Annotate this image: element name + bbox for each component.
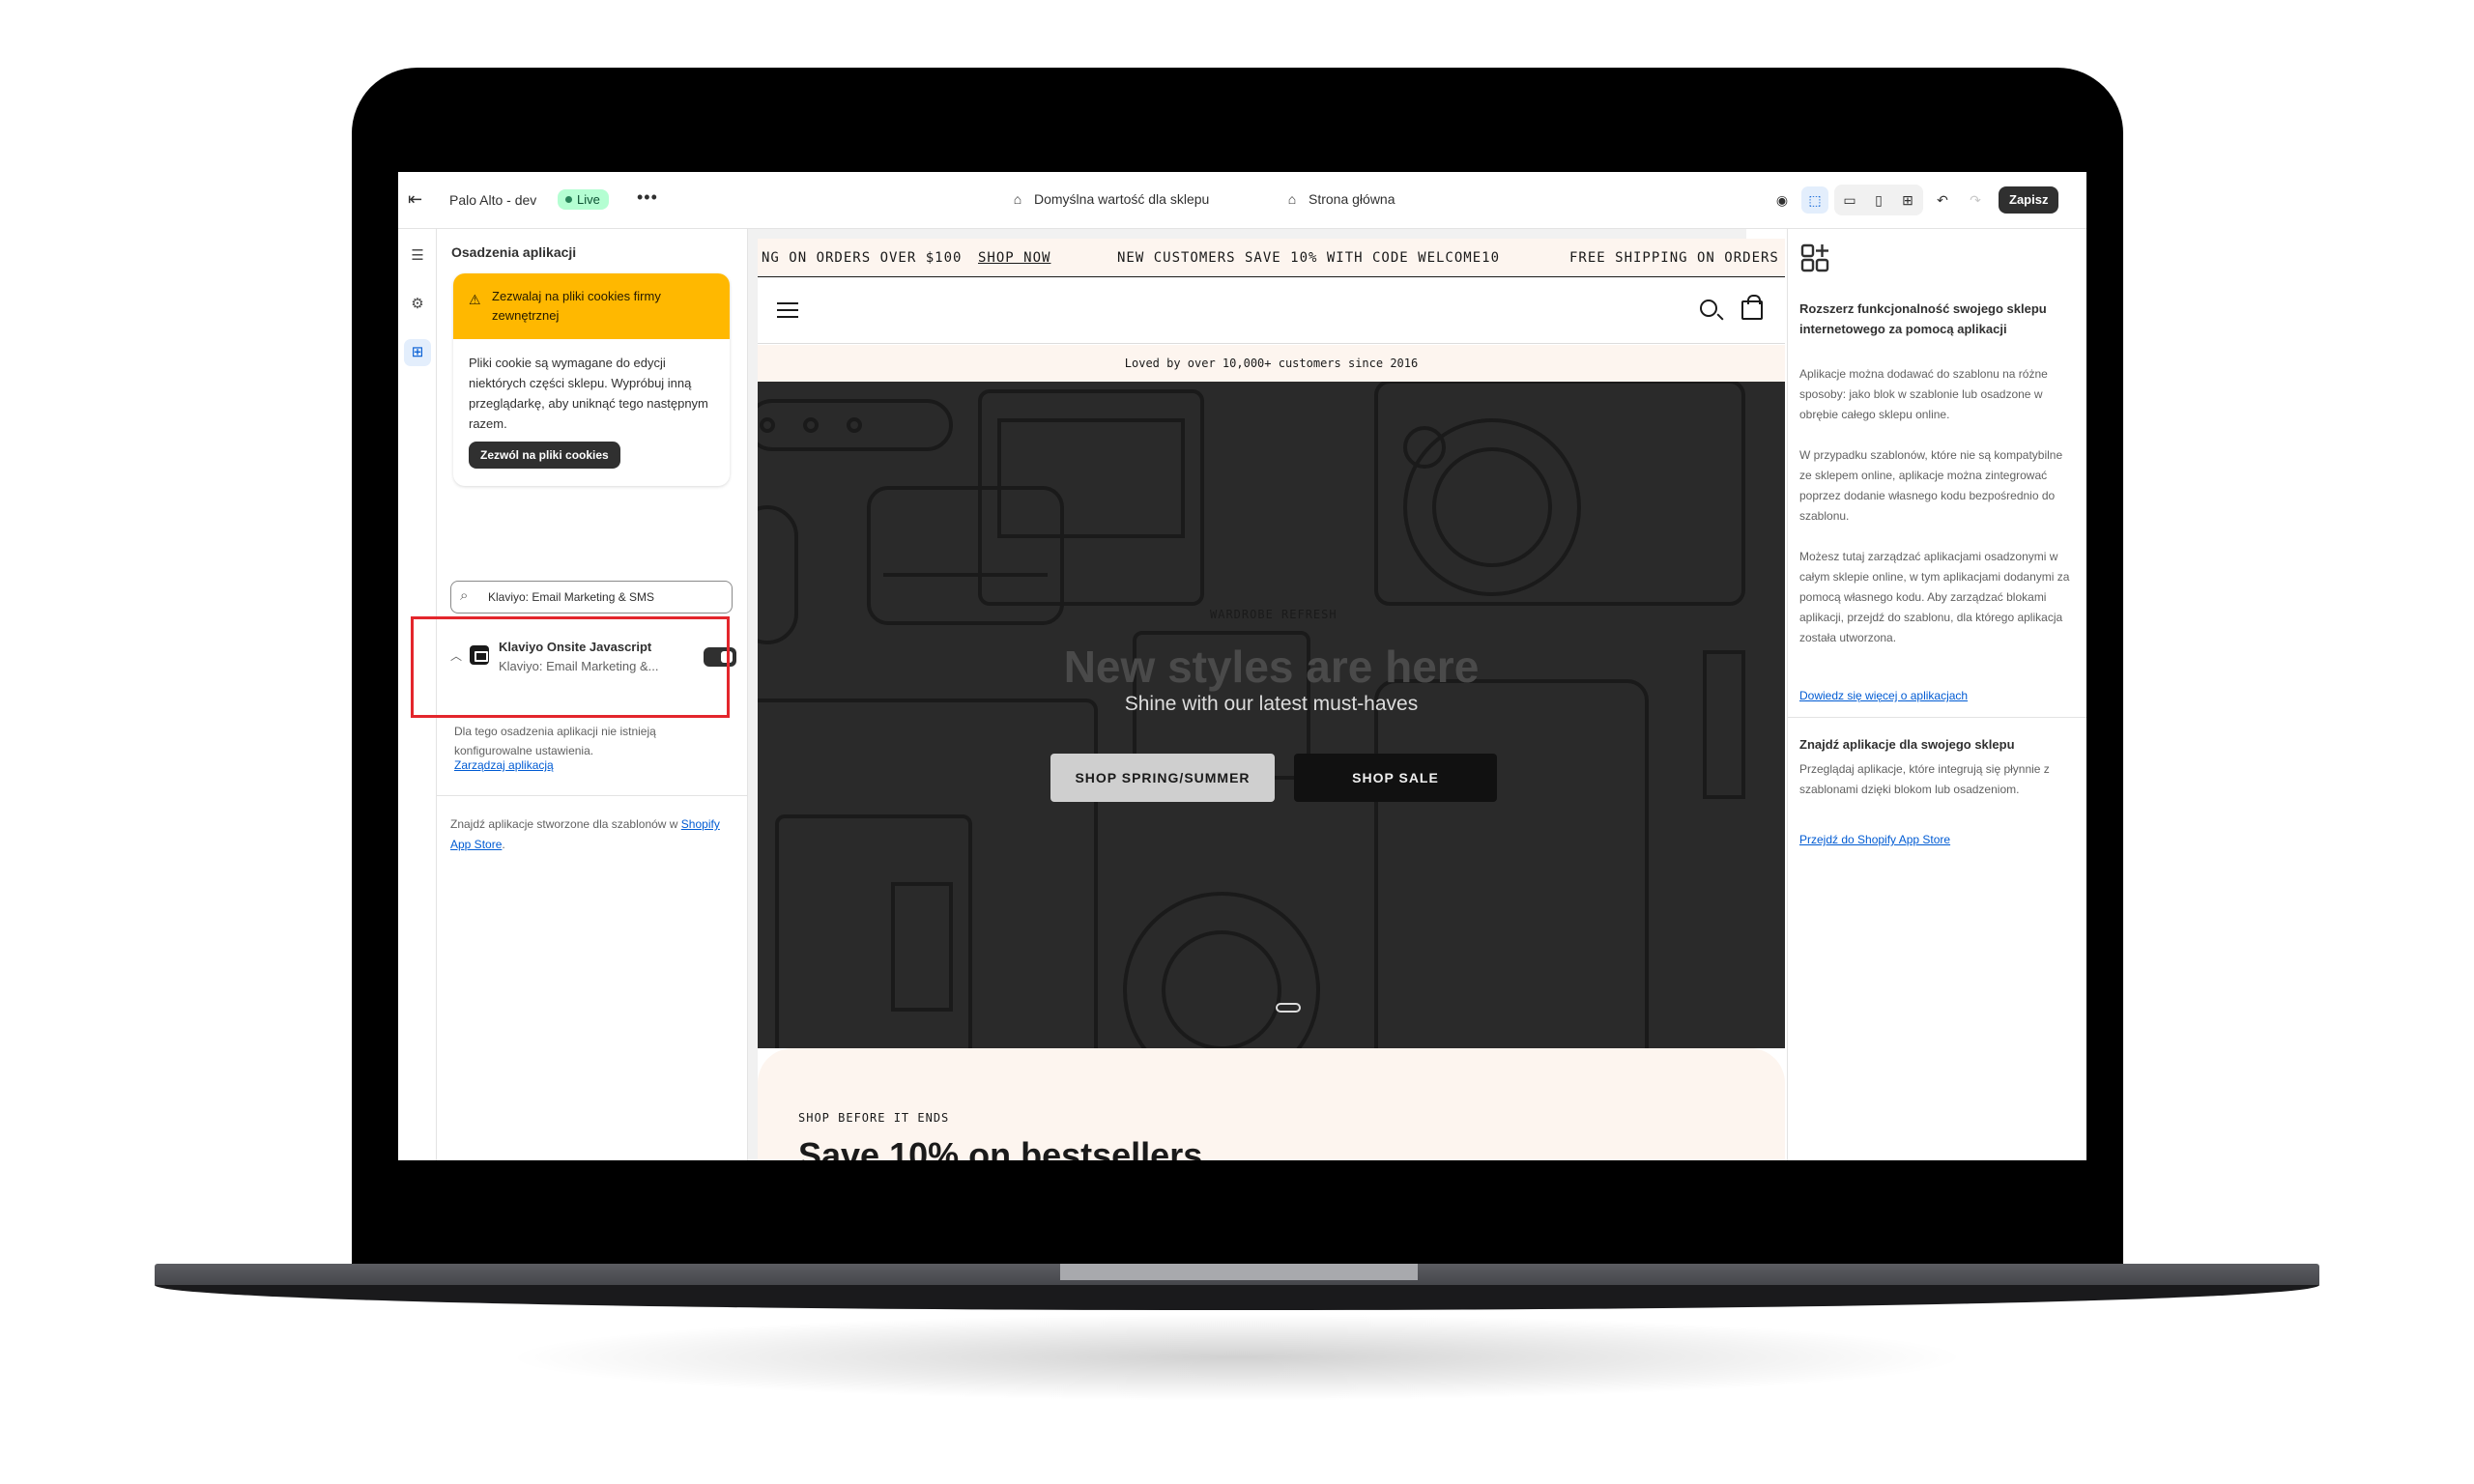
find-apps-text: Znajdź aplikacje stworzone dla szablonów… <box>450 817 678 831</box>
search-value: Klaviyo: Email Marketing & SMS <box>488 590 655 604</box>
hero-banner: WARDROBE REFRESH New styles are here Shi… <box>758 382 1785 1048</box>
shop-spring-summer-button[interactable]: SHOP SPRING/SUMMER <box>1050 754 1275 802</box>
apps-grid-icon <box>1800 243 1829 272</box>
inspector-icon[interactable]: ⬚ <box>1801 186 1828 214</box>
search-icon: ⌕ <box>460 587 469 604</box>
info-paragraph-2: W przypadku szablonów, które nie są komp… <box>1799 448 2063 523</box>
find-apps-heading: Znajdź aplikacje dla swojego sklepu <box>1799 737 2015 752</box>
cart-bag-icon[interactable] <box>1741 295 1763 320</box>
learn-more-apps-link[interactable]: Dowiedz się więcej o aplikacjach <box>1799 689 1968 702</box>
find-apps-note: Znajdź aplikacje stworzone dla szablonów… <box>450 814 731 855</box>
slide-indicator[interactable] <box>1276 1003 1301 1013</box>
settings-gear-icon[interactable]: ⚙ <box>404 291 431 318</box>
more-actions-button[interactable]: ••• <box>637 187 658 208</box>
info-paragraph-1: Aplikacje można dodawać do szablonu na r… <box>1799 367 2048 421</box>
ticker-item-3: FREE SHIPPING ON ORDERS <box>1569 250 1779 266</box>
page-label: Strona główna <box>1309 191 1395 207</box>
laptop-notch <box>1060 1264 1418 1280</box>
info-panel: Rozszerz funkcjonalność swojego sklepu i… <box>1787 229 2086 1160</box>
ticker-item-2: NEW CUSTOMERS SAVE 10% WITH CODE WELCOME… <box>1117 250 1501 266</box>
go-to-app-store-link[interactable]: Przejdź do Shopify App Store <box>1799 833 1950 846</box>
hero-title: New styles are here <box>1063 642 1480 692</box>
cookie-warning-title: Zezwalaj na pliki cookies firmy zewnętrz… <box>492 289 661 323</box>
allow-cookies-button[interactable]: Zezwól na pliki cookies <box>469 442 620 469</box>
ticker-item-1: NG ON ORDERS OVER $100 <box>762 250 963 266</box>
device-switcher: ▭ ▯ ⊞ <box>1834 185 1923 215</box>
page-selector[interactable]: ⌂ Strona główna <box>1283 191 1395 207</box>
info-divider <box>1788 717 2086 718</box>
cookie-warning-body: Pliki cookie są wymagane do edycji niekt… <box>453 339 730 482</box>
template-label: Domyślna wartość dla sklepu <box>1034 191 1210 207</box>
laptop-bottom <box>155 1285 2319 1310</box>
highlight-box <box>411 616 730 718</box>
ticker-shop-now-link[interactable]: SHOP NOW <box>978 239 1050 277</box>
announcement-bar: Loved by over 10,000+ customers since 20… <box>758 345 1785 382</box>
store-icon: ⌂ <box>1013 191 1022 207</box>
desktop-icon[interactable]: ▭ <box>1836 186 1863 214</box>
sensitive-data-icon[interactable]: ◉ <box>1769 186 1796 214</box>
app-embeds-icon[interactable]: ⊞ <box>404 339 431 366</box>
find-apps-period: . <box>502 838 505 851</box>
toolbar-right: ◉ ⬚ ▭ ▯ ⊞ ↶ ↷ Zapisz <box>1769 185 2059 215</box>
fullscreen-icon[interactable]: ⊞ <box>1894 186 1921 214</box>
store-header <box>758 278 1785 344</box>
live-status-badge: Live <box>558 189 609 210</box>
template-selector[interactable]: ⌂ Domyślna wartość dla sklepu <box>1009 191 1210 207</box>
mobile-icon[interactable]: ▯ <box>1865 186 1892 214</box>
panel-title: Osadzenia aplikacji <box>451 244 577 260</box>
hero-subtitle: Shine with our latest must-haves <box>1124 693 1419 715</box>
storefront: NG ON ORDERS OVER $100 SHOP NOW NEW CUST… <box>758 239 1785 1160</box>
warning-icon: ⚠ <box>469 292 481 307</box>
cookie-warning-header: ⚠ Zezwalaj na pliki cookies firmy zewnęt… <box>453 273 730 339</box>
info-paragraph-3: Możesz tutaj zarządzać aplikacjami osadz… <box>1799 550 2070 644</box>
app-embeds-panel: Osadzenia aplikacji ⚠ Zezwalaj na pliki … <box>411 229 748 1160</box>
home-icon: ⌂ <box>1287 191 1297 207</box>
bestsellers-section: SHOP BEFORE IT ENDS Save 10% on bestsell… <box>758 1048 1785 1160</box>
section-eyebrow: SHOP BEFORE IT ENDS <box>798 1111 950 1125</box>
info-heading: Rozszerz funkcjonalność swojego sklepu i… <box>1799 301 2047 336</box>
theme-editor-screen: ⇤ Palo Alto - dev Live ••• ⌂ Domyślna wa… <box>398 172 2086 1160</box>
ticker-bar: NG ON ORDERS OVER $100 SHOP NOW NEW CUST… <box>758 239 1785 277</box>
cookie-warning-banner: ⚠ Zezwalaj na pliki cookies firmy zewnęt… <box>453 273 730 486</box>
save-button[interactable]: Zapisz <box>1999 186 2059 214</box>
app-embed-note: Dla tego osadzenia aplikacji nie istniej… <box>454 725 656 757</box>
sections-icon[interactable]: ☰ <box>404 243 431 270</box>
store-search-icon[interactable] <box>1700 300 1717 317</box>
laptop-shadow <box>503 1314 1971 1401</box>
app-search-input[interactable]: ⌕ Klaviyo: Email Marketing & SMS <box>450 581 733 614</box>
hero-eyebrow: WARDROBE REFRESH <box>1210 608 1338 621</box>
shop-sale-button[interactable]: SHOP SALE <box>1294 754 1497 802</box>
redo-icon[interactable]: ↷ <box>1962 186 1989 214</box>
find-apps-paragraph: Przeglądaj aplikacje, które integrują si… <box>1799 762 2050 796</box>
section-title: Save 10% on bestsellers <box>798 1135 1203 1160</box>
hamburger-menu-icon[interactable] <box>777 302 798 318</box>
exit-icon[interactable]: ⇤ <box>408 189 429 211</box>
panel-divider <box>437 795 748 796</box>
manage-app-link[interactable]: Zarządzaj aplikacją <box>454 758 554 772</box>
store-preview: NG ON ORDERS OVER $100 SHOP NOW NEW CUST… <box>748 229 1785 1160</box>
undo-icon[interactable]: ↶ <box>1929 186 1956 214</box>
editor-topbar: ⇤ Palo Alto - dev Live ••• ⌂ Domyślna wa… <box>398 172 2086 229</box>
store-name: Palo Alto - dev <box>449 192 537 208</box>
cookie-warning-text: Pliki cookie są wymagane do edycji niekt… <box>469 356 708 431</box>
